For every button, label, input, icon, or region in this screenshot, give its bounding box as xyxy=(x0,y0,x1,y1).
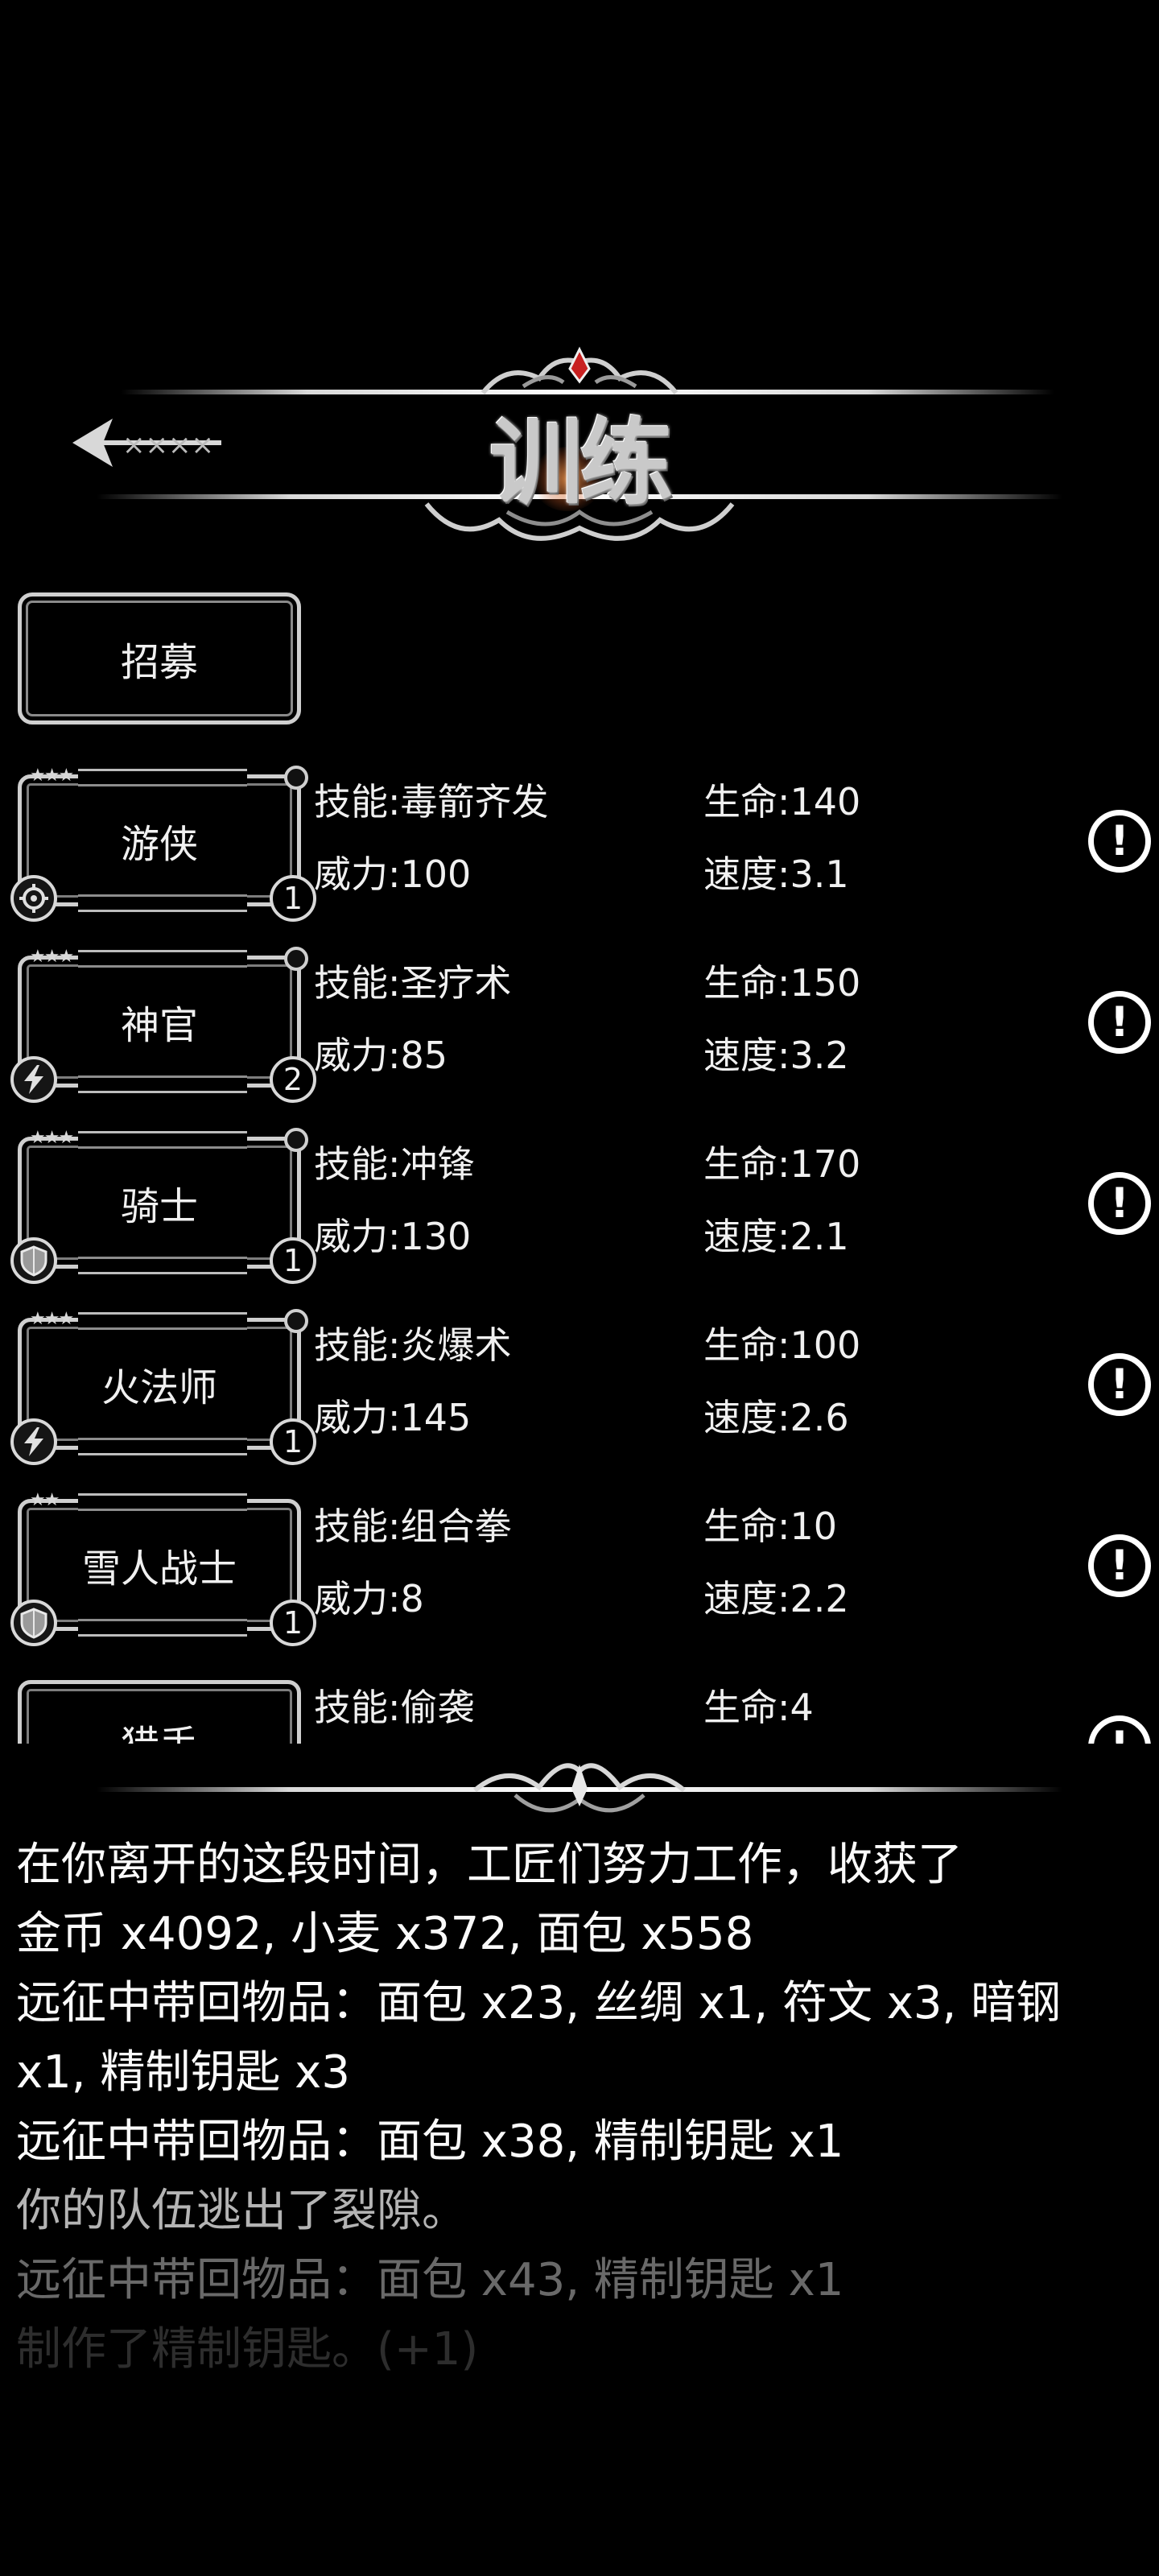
unit-name: 游侠 xyxy=(120,822,198,867)
unit-card[interactable]: ★★★ 火法师 1 xyxy=(10,1309,316,1465)
unit-card[interactable]: ★★★ 骑士 1 xyxy=(10,1128,316,1284)
exclamation-icon: ! xyxy=(1110,1723,1129,1744)
info-button[interactable]: ! xyxy=(1088,1715,1151,1744)
unit-card[interactable]: ★★★ 游侠 1 xyxy=(10,766,316,922)
life-stat: 生命:4 xyxy=(703,1686,814,1729)
unit-row: ★★ 雪人战士 1 技能:组合拳 威力:8 生命:10 速度:2.2 ! xyxy=(0,1481,1159,1662)
speed-stat: 速度:3.2 xyxy=(703,1034,849,1077)
life-stat: 生命:150 xyxy=(703,961,861,1005)
level-badge: 1 xyxy=(270,1418,316,1465)
divider-ornament xyxy=(473,1763,686,1813)
exclamation-icon: ! xyxy=(1110,817,1129,865)
unit-row: ★★★ 神官 2 技能:圣疗术 威力:85 生命:150 速度:3.2 ! xyxy=(0,938,1159,1119)
unit-row: 猎手 技能:偷袭 生命:4 ! xyxy=(0,1662,1159,1744)
lightning-icon xyxy=(10,1056,57,1103)
unit-name: 猎手 xyxy=(22,1684,297,1744)
power-stat: 威力:130 xyxy=(314,1215,472,1258)
log-line: x1, 精制钥匙 x3 xyxy=(16,2046,350,2099)
unit-card[interactable]: ★★★ 神官 2 xyxy=(10,947,316,1103)
speed-stat: 速度:2.1 xyxy=(703,1215,849,1258)
skill-stat: 技能:偷袭 xyxy=(314,1686,475,1729)
info-button[interactable]: ! xyxy=(1088,1172,1151,1235)
log-line: 远征中带回物品：面包 x43, 精制钥匙 x1 xyxy=(16,2254,844,2306)
unit-name: 火法师 xyxy=(101,1365,217,1410)
speed-stat: 速度:3.1 xyxy=(703,852,849,896)
ornate-divider xyxy=(0,1755,1159,1827)
info-button[interactable]: ! xyxy=(1088,991,1151,1054)
info-button[interactable]: ! xyxy=(1088,1353,1151,1416)
log-line: 你的队伍逃出了裂隙。 xyxy=(16,2185,467,2237)
life-stat: 生命:100 xyxy=(703,1323,861,1367)
recruit-button[interactable]: 招募 xyxy=(18,592,301,724)
unit-row: ★★★ 游侠 1 技能:毒箭齐发 威力:100 生命:140 速度:3.1 ! xyxy=(0,757,1159,938)
life-stat: 生命:140 xyxy=(703,780,861,824)
back-arrow-icon: ×××× xyxy=(72,419,221,467)
back-button[interactable]: ×××× xyxy=(64,411,225,475)
exclamation-icon: ! xyxy=(1110,1360,1129,1409)
unit-name: 雪人战士 xyxy=(81,1546,237,1591)
crosshair-icon xyxy=(10,875,57,922)
lightning-icon xyxy=(10,1418,57,1465)
level-badge: 1 xyxy=(270,1600,316,1646)
skill-stat: 技能:冲锋 xyxy=(314,1142,475,1186)
power-stat: 威力:8 xyxy=(314,1577,424,1620)
log-line: 远征中带回物品：面包 x38, 精制钥匙 x1 xyxy=(16,2116,844,2168)
speed-stat: 速度:2.6 xyxy=(703,1396,849,1439)
skill-stat: 技能:毒箭齐发 xyxy=(314,780,549,824)
power-stat: 威力:100 xyxy=(314,852,472,896)
unit-name: 骑士 xyxy=(120,1184,198,1229)
unit-card[interactable]: ★★ 雪人战士 1 xyxy=(10,1492,316,1646)
log-line: 金币 x4092, 小麦 x372, 面包 x558 xyxy=(16,1908,754,1960)
power-stat: 威力:145 xyxy=(314,1396,472,1439)
level-badge: 1 xyxy=(270,875,316,922)
speed-stat: 速度:2.2 xyxy=(703,1577,849,1620)
life-stat: 生命:10 xyxy=(703,1505,838,1548)
unit-row: ★★★ 火法师 1 技能:炎爆术 威力:145 生命:100 速度:2.6 ! xyxy=(0,1300,1159,1481)
header: ×××× 训练 xyxy=(0,338,1159,564)
power-stat: 威力:85 xyxy=(314,1034,448,1077)
info-button[interactable]: ! xyxy=(1088,1534,1151,1597)
message-log: 在你离开的这段时间，工匠们努力工作，收获了 金币 x4092, 小麦 x372,… xyxy=(16,1831,1143,2384)
exclamation-icon: ! xyxy=(1110,1179,1129,1228)
skill-stat: 技能:炎爆术 xyxy=(314,1323,512,1367)
skill-stat: 技能:圣疗术 xyxy=(314,961,512,1005)
svg-text:××××: ×××× xyxy=(122,429,214,461)
exclamation-icon: ! xyxy=(1110,1542,1129,1590)
unit-name: 神官 xyxy=(120,1003,198,1048)
level-badge: 1 xyxy=(270,1237,316,1284)
life-stat: 生命:170 xyxy=(703,1142,861,1186)
skill-stat: 技能:组合拳 xyxy=(314,1505,512,1548)
shield-icon xyxy=(10,1600,57,1646)
exclamation-icon: ! xyxy=(1110,998,1129,1046)
log-line: 制作了精制钥匙。(+1) xyxy=(16,2323,479,2376)
shield-icon xyxy=(10,1237,57,1284)
level-badge: 2 xyxy=(270,1056,316,1103)
page-title: 训练 xyxy=(489,408,673,518)
log-line: 在你离开的这段时间，工匠们努力工作，收获了 xyxy=(16,1839,963,1891)
log-line: 远征中带回物品：面包 x23, 丝绸 x1, 符文 x3, 暗钢 xyxy=(16,1977,1062,2029)
unit-card[interactable]: 猎手 xyxy=(18,1680,301,1744)
info-button[interactable]: ! xyxy=(1088,810,1151,873)
unit-list[interactable]: ★★★ 游侠 1 技能:毒箭齐发 威力:100 生命:140 速度:3.1 ! … xyxy=(0,757,1159,1744)
unit-row: ★★★ 骑士 1 技能:冲锋 威力:130 生命:170 速度:2.1 ! xyxy=(0,1119,1159,1300)
